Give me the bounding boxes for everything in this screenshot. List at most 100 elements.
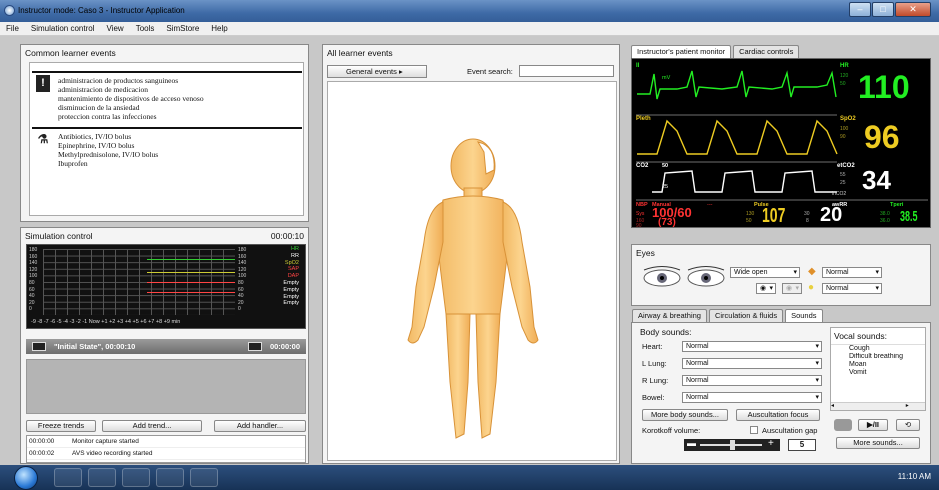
exclamation-icon: ! <box>36 75 50 92</box>
awrr-value: 20 <box>820 204 843 226</box>
common-events-title: Common learner events <box>25 48 116 58</box>
add-handler-button[interactable]: Add handler... <box>214 420 306 432</box>
body-sounds-title: Body sounds: <box>640 327 692 337</box>
auscultation-focus-button[interactable]: Auscultation focus <box>736 409 820 421</box>
right-lung-sound-select[interactable]: Normal <box>682 375 822 386</box>
tab-instructor-monitor[interactable]: Instructor's patient monitor <box>631 45 732 58</box>
clock[interactable]: 11:10 AM <box>898 472 931 481</box>
event-search-input[interactable] <box>518 65 614 77</box>
title-bar: Instructor mode: Caso 3 - Instructor App… <box>0 0 939 22</box>
list-item[interactable]: proteccion contra las infecciones <box>58 112 302 121</box>
more-sounds-button[interactable]: More sounds... <box>836 437 920 449</box>
menu-simulation-control[interactable]: Simulation control <box>31 24 95 33</box>
media-player-icon[interactable] <box>122 468 150 487</box>
tperi-low: 36.0 <box>880 218 890 224</box>
etco2-high: 55 <box>840 172 846 178</box>
pupil-size-select[interactable]: Normal <box>822 267 882 278</box>
pupil-left-select[interactable]: ◉ <box>756 283 776 294</box>
awrr-high: 30 <box>804 211 810 217</box>
ecg-lead-label: II <box>636 63 640 69</box>
all-events-title: All learner events <box>327 48 393 58</box>
tab-sounds[interactable]: Sounds <box>785 309 823 322</box>
freeze-trends-button[interactable]: Freeze trends <box>26 420 96 432</box>
list-item[interactable]: Vomit <box>849 369 925 377</box>
trend-line-sap <box>147 282 235 283</box>
left-lung-sound-select[interactable]: Normal <box>682 358 822 369</box>
window-title: Instructor mode: Caso 3 - Instructor App… <box>18 6 185 15</box>
nbp-sys-label: Sys <box>636 211 645 217</box>
list-item[interactable]: administracion de productos sanguineos <box>58 76 302 85</box>
list-item[interactable]: Epinephrine, IV/IO bolus <box>58 141 302 150</box>
menu-view[interactable]: View <box>106 24 123 33</box>
vocal-scrollbar[interactable]: ◂ ▸ <box>831 402 925 410</box>
body-figure-area <box>327 81 617 461</box>
minimize-button[interactable]: – <box>849 2 871 17</box>
auscultation-gap-checkbox[interactable] <box>750 426 758 434</box>
play-pause-button[interactable]: ▶/II <box>858 419 888 431</box>
log-row[interactable]: 00:00:02 AVS video recording started <box>27 448 305 460</box>
ie-icon[interactable] <box>54 468 82 487</box>
pulse-value: 107 <box>762 205 786 227</box>
korotkoff-volume-value[interactable]: 5 <box>788 439 816 451</box>
list-item[interactable]: disminucion de la ansiedad <box>58 103 302 112</box>
plus-icon[interactable]: + <box>768 438 774 449</box>
log-row[interactable]: 00:00:00 Monitor capture started <box>27 436 305 448</box>
all-learner-events-panel: All learner events General events ▸ Even… <box>322 44 620 464</box>
korotkoff-volume-slider[interactable]: ▬ + <box>684 438 780 451</box>
eyes-panel: Eyes Wide open ◉ ◉ ◆ ● Normal Normal <box>631 244 931 306</box>
tab-cardiac-controls[interactable]: Cardiac controls <box>733 45 800 58</box>
arrow-right-icon: ▸ <box>398 66 403 76</box>
common-events-list: ! administracion de productos sanguineos… <box>29 62 304 216</box>
loop-button[interactable]: ⟲ <box>896 419 920 431</box>
event-search-label: Event search: <box>467 66 513 76</box>
heart-sound-select[interactable]: Normal <box>682 341 822 352</box>
bowel-sound-select[interactable]: Normal <box>682 392 822 403</box>
list-item[interactable]: Methylprednisolone, IV/IO bolus <box>58 150 302 159</box>
state-time: 00:00:00 <box>269 341 300 351</box>
list-item[interactable]: Ibuprofen <box>58 159 302 168</box>
list-item[interactable]: Antibiotics, IV/IO bolus <box>58 132 302 141</box>
tab-circulation-fluids[interactable]: Circulation & fluids <box>708 309 784 322</box>
clock-icon <box>247 342 262 352</box>
app-taskbar-icon[interactable] <box>156 468 184 487</box>
rlung-label: R Lung: <box>642 376 669 385</box>
pupil-right-select[interactable]: ◉ <box>782 283 802 294</box>
close-button[interactable]: ✕ <box>895 2 931 17</box>
stop-button[interactable] <box>834 419 852 431</box>
patient-body-figure[interactable] <box>328 82 618 462</box>
explorer-icon[interactable] <box>88 468 116 487</box>
pleth-label: Pleth <box>636 116 651 122</box>
trend-line-hr <box>147 259 235 260</box>
menu-simstore[interactable]: SimStore <box>166 24 199 33</box>
maximize-button[interactable]: □ <box>872 2 894 17</box>
list-item[interactable]: administracion de medicacion <box>58 85 302 94</box>
list-item[interactable]: Moan <box>849 361 925 369</box>
general-events-button[interactable]: General events ▸ <box>327 64 427 78</box>
list-item[interactable]: Cough <box>849 345 925 353</box>
menu-help[interactable]: Help <box>211 24 227 33</box>
etco2-value: 34 <box>862 165 891 195</box>
state-label: "Initial State", 00:00:10 <box>54 341 136 351</box>
more-body-sounds-button[interactable]: More body sounds... <box>642 409 728 421</box>
event-log: 00:00:00 Monitor capture started 00:00:02… <box>26 435 306 463</box>
instructor-app-taskbar-icon[interactable] <box>190 468 218 487</box>
state-bar[interactable]: "Initial State", 00:00:10 00:00:00 <box>26 339 306 354</box>
list-item[interactable]: Difficult breathing <box>849 353 925 361</box>
slider-thumb[interactable] <box>730 440 735 450</box>
tab-airway-breathing[interactable]: Airway & breathing <box>632 309 707 322</box>
monitor-tabs: Instructor's patient monitor Cardiac con… <box>631 45 800 58</box>
eyelid-select[interactable]: Wide open <box>730 267 800 278</box>
pupil-size-icon: ◆ <box>808 266 816 277</box>
start-button[interactable] <box>14 466 38 490</box>
add-trend-button[interactable]: Add trend... <box>102 420 202 432</box>
nbp-dashes: --- <box>707 202 713 208</box>
list-item[interactable]: mantenimiento de dispositivos de acceso … <box>58 94 302 103</box>
iv-drip-icon: ⚗ <box>36 131 50 148</box>
menu-tools[interactable]: Tools <box>136 24 155 33</box>
pupil-reaction-select[interactable]: Normal <box>822 283 882 294</box>
auscultation-gap-label: Auscultation gap <box>762 426 818 435</box>
menu-file[interactable]: File <box>6 24 19 33</box>
minus-icon[interactable]: ▬ <box>687 438 696 448</box>
sounds-panel: Body sounds: Heart:Normal L Lung:Normal … <box>631 322 931 464</box>
heart-label: Heart: <box>642 342 663 351</box>
